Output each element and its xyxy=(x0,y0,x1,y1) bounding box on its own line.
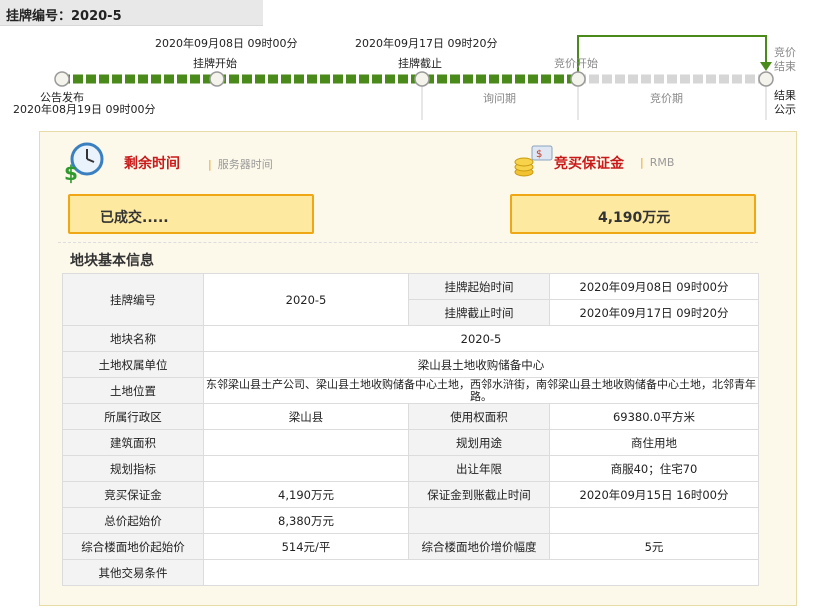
bid-connector-arrow-icon xyxy=(760,62,772,71)
table-value: 梁山县土地收购储备中心 xyxy=(203,351,759,378)
divider xyxy=(58,242,758,243)
table-row: 竞买保证金 4,190万元 保证金到账截止时间 2020年09月15日 16时0… xyxy=(62,481,759,508)
table-label: 出让年限 xyxy=(408,455,550,482)
deposit-box: 4,190万元 xyxy=(510,194,756,234)
listing-start-time: 2020年09月08日 09时00分 xyxy=(155,37,298,50)
remaining-time-box: 已成交..... xyxy=(68,194,314,234)
table-value: 2020-5 xyxy=(203,325,759,352)
table-row: 建筑面积 规划用途 商住用地 xyxy=(62,429,759,456)
table-label: 保证金到账截止时间 xyxy=(408,481,550,508)
announce-time: 2020年08月19日 09时00分 xyxy=(13,103,156,116)
table-label: 挂牌起始时间 xyxy=(408,273,550,300)
table-value: 2020年09月08日 09时00分 xyxy=(549,273,759,300)
currency-label: | RMB xyxy=(640,156,675,169)
table-row: 规划指标 出让年限 商服40；住宅70 xyxy=(62,455,759,482)
table-label: 规划用途 xyxy=(408,429,550,456)
listing-start-label: 挂牌开始 xyxy=(193,57,237,70)
table-row: 所属行政区 梁山县 使用权面积 69380.0平方米 xyxy=(62,403,759,430)
table-label: 挂牌截止时间 xyxy=(408,299,550,326)
svg-text:$: $ xyxy=(64,161,78,184)
table-row: 土地权属单位 梁山县土地收购储备中心 xyxy=(62,351,759,378)
table-label: 其他交易条件 xyxy=(62,559,204,586)
result-label-2: 公示 xyxy=(774,103,796,116)
node-bid-end xyxy=(758,71,774,87)
table-label xyxy=(408,507,550,534)
table-label: 综合楼面地价增价幅度 xyxy=(408,533,550,560)
remaining-time-title: 剩余时间 xyxy=(124,156,180,172)
table-row: 总价起始价 8,380万元 xyxy=(62,507,759,534)
table-value: 商住用地 xyxy=(549,429,759,456)
land-info-table: 挂牌编号 2020-5 挂牌起始时间 2020年09月08日 09时00分 挂牌… xyxy=(62,273,759,586)
table-row: 其他交易条件 xyxy=(62,559,759,586)
table-value xyxy=(203,455,409,482)
inquiry-period-label: 询问期 xyxy=(483,92,516,105)
table-value: 514元/平 xyxy=(203,533,409,560)
currency-text: RMB xyxy=(649,156,675,169)
table-row: 地块名称 2020-5 xyxy=(62,325,759,352)
listing-end-label: 挂牌截止 xyxy=(398,57,442,70)
table-value: 商服40；住宅70 xyxy=(549,455,759,482)
table-label: 使用权面积 xyxy=(408,403,550,430)
table-label: 土地位置 xyxy=(62,377,204,404)
table-value: 2020-5 xyxy=(203,273,409,326)
table-label: 土地权属单位 xyxy=(62,351,204,378)
bid-end-label-2: 结束 xyxy=(774,60,796,73)
table-row: 综合楼面地价起始价 514元/平 综合楼面地价增价幅度 5元 xyxy=(62,533,759,560)
table-value: 4,190万元 xyxy=(203,481,409,508)
node-announce xyxy=(54,71,70,87)
bid-start-label: 竞价开始 xyxy=(554,57,598,70)
remaining-time-value: 已成交..... xyxy=(100,210,169,226)
table-value xyxy=(549,507,759,534)
table-label: 挂牌编号 xyxy=(62,273,204,326)
table-value: 梁山县 xyxy=(203,403,409,430)
table-value: 69380.0平方米 xyxy=(549,403,759,430)
bid-connector-line xyxy=(577,35,767,72)
server-time-text: 服务器时间 xyxy=(217,158,273,171)
table-row: 土地位置 东邻梁山县土产公司、梁山县土地收购储备中心土地，西邻水浒街，南邻梁山县… xyxy=(62,377,759,404)
table-label: 地块名称 xyxy=(62,325,204,352)
deposit-value: 4,190万元 xyxy=(598,210,671,226)
coins-icon: $ xyxy=(514,145,553,177)
node-listing-end xyxy=(414,71,430,87)
listing-end-time: 2020年09月17日 09时20分 xyxy=(355,37,498,50)
node-bid-start xyxy=(570,71,586,87)
deposit-title: 竞买保证金 xyxy=(554,156,624,172)
table-label: 建筑面积 xyxy=(62,429,204,456)
timeline: 2020年09月08日 09时00分 挂牌开始 2020年09月17日 09时2… xyxy=(0,0,836,120)
table-label: 综合楼面地价起始价 xyxy=(62,533,204,560)
clock-money-icon: $ xyxy=(64,142,104,184)
table-label: 总价起始价 xyxy=(62,507,204,534)
svg-text:$: $ xyxy=(536,149,542,160)
table-label: 竞买保证金 xyxy=(62,481,204,508)
bid-period-label: 竞价期 xyxy=(650,92,683,105)
table-value: 东邻梁山县土产公司、梁山县土地收购储备中心土地，西邻水浒街，南邻梁山县土地收购储… xyxy=(203,377,759,404)
table-value: 2020年09月15日 16时00分 xyxy=(549,481,759,508)
server-time-label: | 服务器时间 xyxy=(208,158,273,171)
table-value: 2020年09月17日 09时20分 xyxy=(549,299,759,326)
table-label: 所属行政区 xyxy=(62,403,204,430)
table-label: 规划指标 xyxy=(62,455,204,482)
table-value: 5元 xyxy=(549,533,759,560)
table-value xyxy=(203,559,759,586)
table-value xyxy=(203,429,409,456)
section-title: 地块基本信息 xyxy=(70,253,154,269)
table-value: 8,380万元 xyxy=(203,507,409,534)
table-row: 挂牌编号 2020-5 挂牌起始时间 2020年09月08日 09时00分 xyxy=(62,273,759,326)
node-listing-start xyxy=(209,71,225,87)
